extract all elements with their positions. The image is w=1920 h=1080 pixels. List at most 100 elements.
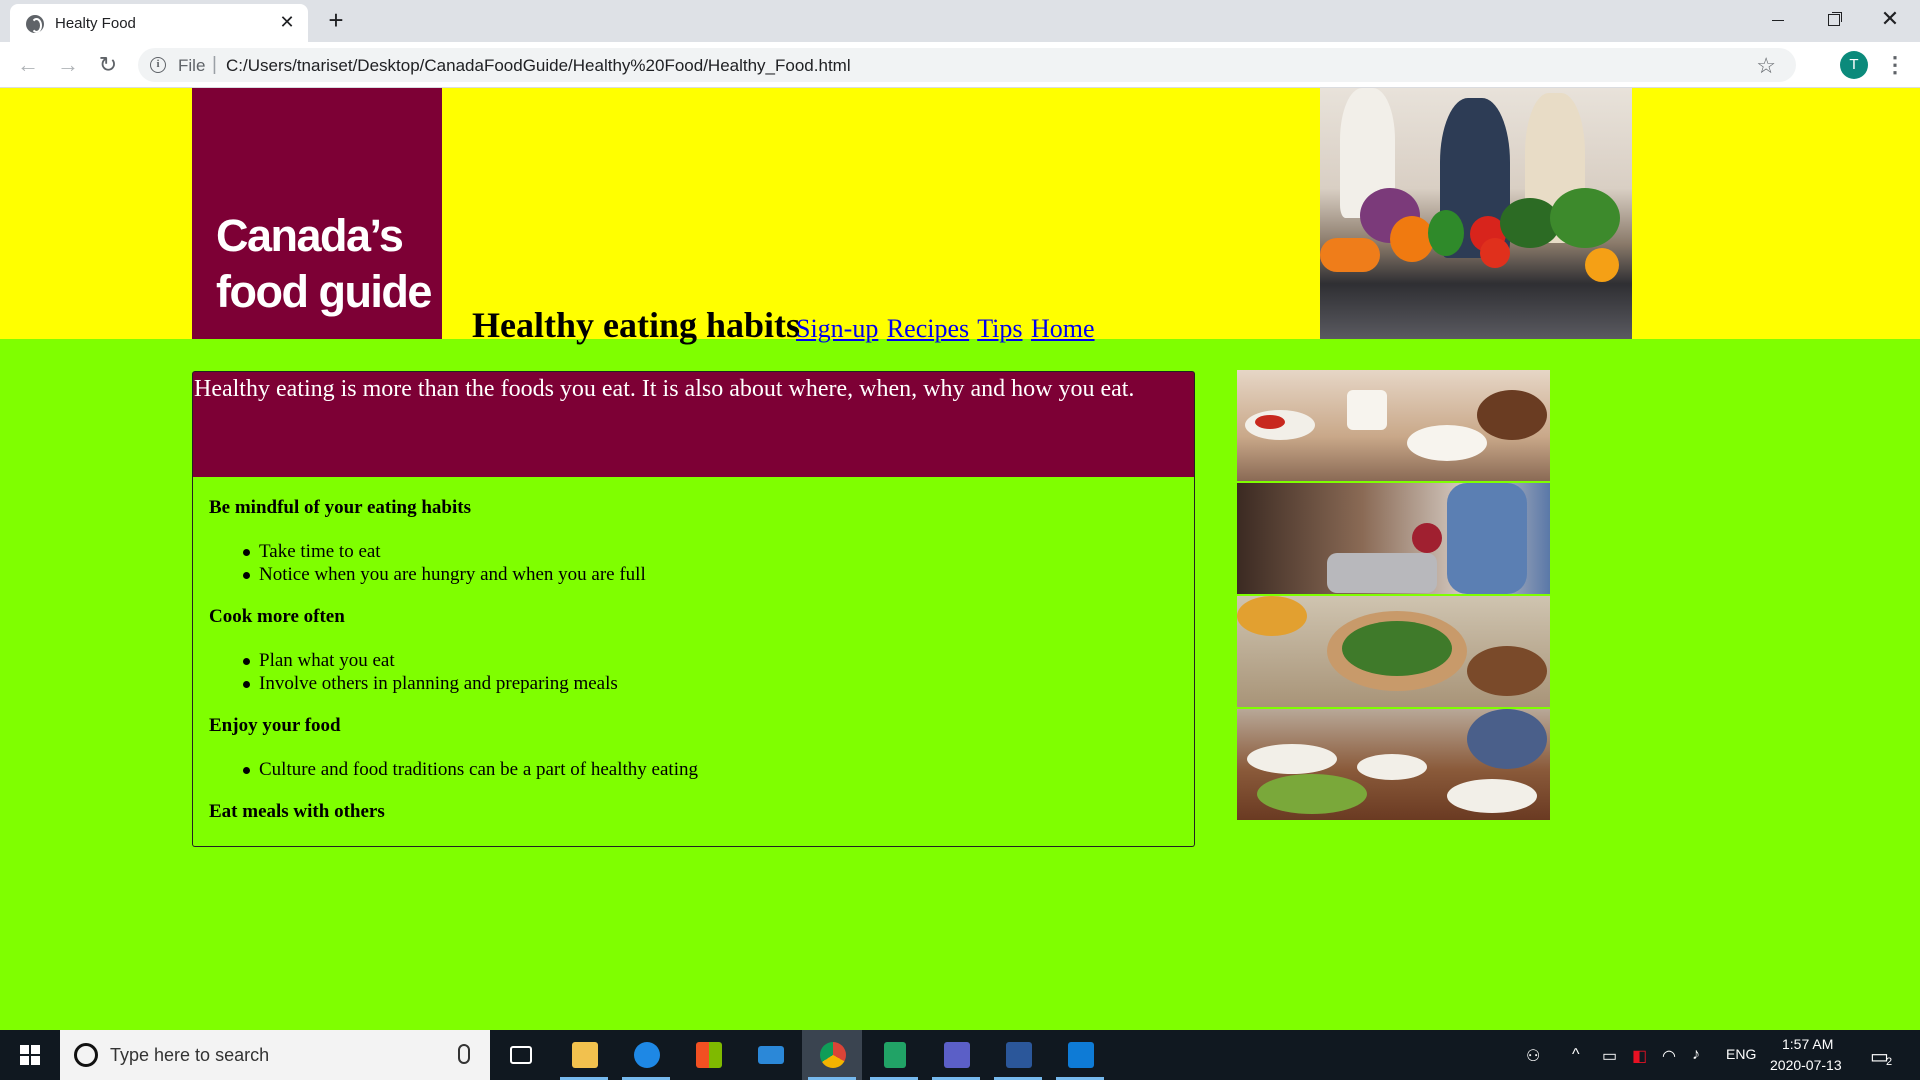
vscode-icon	[1068, 1042, 1094, 1068]
close-tab-icon[interactable]: ✕	[276, 11, 298, 33]
restore-button[interactable]	[1806, 0, 1862, 40]
photo-pot	[1327, 553, 1437, 593]
people-icon[interactable]: ⚇	[1526, 1046, 1540, 1066]
photo-pepper	[1390, 216, 1434, 262]
file-explorer-button[interactable]	[554, 1030, 614, 1080]
page-title: Healthy eating habits	[472, 305, 801, 345]
clock-date[interactable]: 2020-07-13	[1770, 1057, 1842, 1073]
nav-link-sign-up[interactable]: Sign-up	[796, 314, 878, 343]
logo-line-1: Canada’s	[216, 210, 404, 261]
photo-tomato	[1480, 238, 1510, 268]
cooking-photo	[1237, 483, 1550, 594]
file-label: File	[178, 56, 206, 75]
clock-time[interactable]: 1:57 AM	[1782, 1036, 1833, 1052]
intro-box: Healthy eating is more than the foods yo…	[192, 371, 1195, 477]
list-item: Notice when you are hungry and when you …	[243, 563, 646, 586]
cortana-icon	[74, 1043, 98, 1067]
wifi-icon[interactable]: ◠	[1662, 1046, 1676, 1066]
edge-button[interactable]	[616, 1030, 676, 1080]
photo-child	[1447, 483, 1527, 594]
windows-logo-icon	[20, 1045, 29, 1054]
photo-pepper	[1428, 210, 1464, 256]
minimize-icon	[1772, 19, 1784, 21]
close-window-button[interactable]: ✕	[1862, 0, 1918, 40]
notification-count: 2	[1886, 1056, 1893, 1068]
microphone-icon[interactable]	[458, 1044, 470, 1064]
section-heading: Cook more often	[209, 606, 345, 627]
photo-salad	[1257, 774, 1367, 814]
photo-greens	[1342, 621, 1452, 676]
mail-button[interactable]	[740, 1030, 800, 1080]
browser-tab[interactable]: Healty Food ✕	[10, 4, 308, 42]
task-view-button[interactable]	[490, 1030, 550, 1080]
photo-hand	[1467, 646, 1547, 696]
photo-dish	[1237, 596, 1307, 636]
photo-plate	[1247, 744, 1337, 774]
tab-title: Healty Food	[55, 15, 136, 32]
section-heading: Be mindful of your eating habits	[209, 497, 471, 518]
browser-toolbar: ← → ↻ i File | C:/Users/tnariset/Desktop…	[0, 42, 1920, 88]
chrome-button[interactable]	[802, 1030, 862, 1080]
teams-button[interactable]	[926, 1030, 986, 1080]
photo-bowl	[1407, 425, 1487, 461]
language-indicator[interactable]: ENG	[1726, 1046, 1756, 1062]
windows-logo-icon	[20, 1056, 29, 1065]
address-bar[interactable]: i File | C:/Users/tnariset/Desktop/Canad…	[138, 48, 1796, 82]
taskbar-search[interactable]: Type here to search	[60, 1030, 490, 1080]
teams-icon	[944, 1042, 970, 1068]
windows-logo-icon	[31, 1056, 40, 1065]
photo-orange	[1585, 248, 1619, 282]
restore-icon	[1828, 14, 1840, 27]
star-icon[interactable]: ☆	[1756, 53, 1776, 79]
logo-text: Canada’s food guide	[216, 208, 436, 320]
list-item: Take time to eat	[243, 540, 646, 563]
habit-list: Culture and food traditions can be a par…	[243, 758, 698, 781]
battery-icon[interactable]: ▭	[1602, 1046, 1617, 1066]
windows-logo-icon	[31, 1045, 40, 1054]
photo-jar	[1412, 523, 1442, 553]
photo-plate	[1357, 754, 1427, 780]
mail-icon	[758, 1046, 784, 1064]
canada-food-guide-logo: Canada’s food guide	[192, 88, 442, 339]
family-meal-photo	[1237, 709, 1550, 820]
folder-icon	[572, 1042, 598, 1068]
page-viewport: Canada’s food guide Healthy eating habit…	[0, 88, 1920, 1030]
profile-avatar[interactable]: T	[1840, 51, 1868, 79]
reload-icon[interactable]: ↻	[92, 50, 124, 80]
globe-icon	[26, 15, 44, 33]
word-button[interactable]	[988, 1030, 1048, 1080]
chrome-icon	[820, 1042, 846, 1068]
section-heading: Eat meals with others	[209, 801, 385, 822]
salad-photo	[1237, 596, 1550, 707]
task-view-icon	[510, 1046, 532, 1064]
new-tab-button[interactable]: +	[322, 7, 350, 35]
list-item: Plan what you eat	[243, 649, 618, 672]
sheets-button[interactable]	[864, 1030, 924, 1080]
security-alert-icon[interactable]: ◧	[1632, 1046, 1647, 1066]
taskbar: Type here to search ⚇ ^ ▭ ◧ ◠ ♪ ENG 1:57…	[0, 1030, 1920, 1080]
chevron-up-icon[interactable]: ^	[1572, 1046, 1580, 1064]
list-item: Involve others in planning and preparing…	[243, 672, 618, 695]
url-separator: |	[212, 54, 217, 75]
start-button[interactable]	[0, 1030, 60, 1080]
spreadsheet-icon	[884, 1042, 906, 1068]
photo-carrots	[1320, 238, 1380, 272]
menu-dots-icon[interactable]: ⋮	[1884, 50, 1906, 80]
nav-link-recipes[interactable]: Recipes	[887, 314, 969, 343]
store-button[interactable]	[678, 1030, 738, 1080]
nav-link-tips[interactable]: Tips	[977, 314, 1022, 343]
store-icon	[696, 1042, 722, 1068]
back-arrow-icon[interactable]: ←	[12, 50, 44, 80]
photo-plate	[1447, 779, 1537, 813]
logo-line-2: food guide	[216, 266, 432, 317]
forward-arrow-icon[interactable]: →	[52, 50, 84, 80]
vscode-button[interactable]	[1050, 1030, 1110, 1080]
info-icon[interactable]: i	[150, 57, 166, 73]
volume-icon[interactable]: ♪	[1692, 1046, 1700, 1064]
hero-vegetables-photo	[1320, 88, 1632, 339]
section-heading: Enjoy your food	[209, 715, 341, 736]
url-text[interactable]: C:/Users/tnariset/Desktop/CanadaFoodGuid…	[226, 56, 851, 76]
nav-link-home[interactable]: Home	[1031, 314, 1095, 343]
minimize-button[interactable]	[1750, 0, 1806, 40]
side-photo-strip	[1237, 370, 1550, 820]
